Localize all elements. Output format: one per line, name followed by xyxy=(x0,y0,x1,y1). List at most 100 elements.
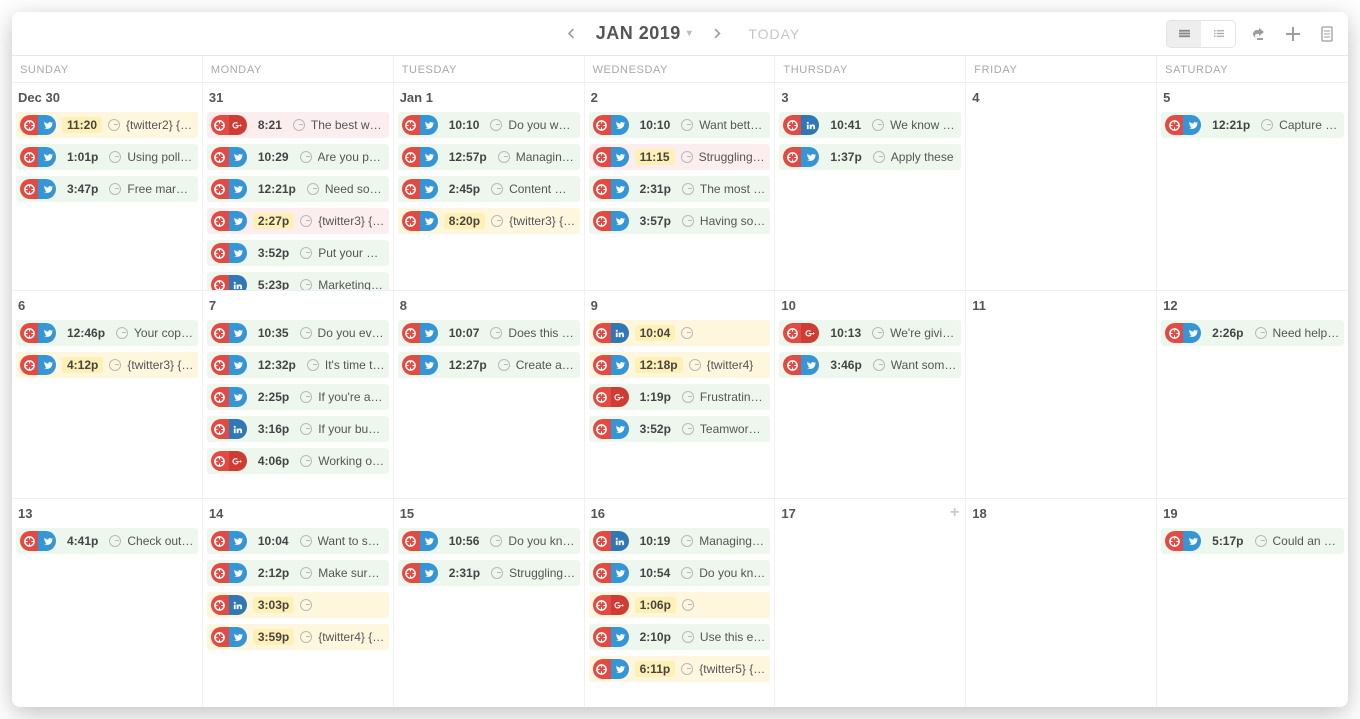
calendar-event[interactable]: 4:12p{twitter3} {perma- xyxy=(16,352,198,378)
calendar-event[interactable]: 1:01pUsing polls is a xyxy=(16,144,198,170)
event-time: 10:19 xyxy=(635,533,676,549)
calendar-event[interactable]: 3:03p xyxy=(207,592,389,618)
calendar-event[interactable]: 4:06pWorking on build- xyxy=(207,448,389,474)
day-cell[interactable]: 8+10:07Does this statistic12:27pCreate a… xyxy=(394,291,585,498)
calendar-event[interactable]: 2:26pNeed help build- xyxy=(1161,320,1344,346)
calendar-event[interactable]: 1:06p xyxy=(589,592,771,618)
calendar-event[interactable]: 12:57pManaging a xyxy=(398,144,580,170)
calendar-event[interactable]: 12:21pCapture your xyxy=(1161,112,1344,138)
calendar-event[interactable]: 12:32pIt's time to mas- xyxy=(207,352,389,378)
twitter-icon xyxy=(420,355,438,375)
calendar-event[interactable]: 5:23pMarketing hiring xyxy=(207,272,389,290)
day-cell[interactable]: 17+ xyxy=(775,499,966,707)
target-icon xyxy=(211,627,229,647)
calendar-event[interactable]: 10:35Do you ever won- xyxy=(207,320,389,346)
calendar-event[interactable]: 1:37pApply these xyxy=(779,144,961,170)
notes-button[interactable] xyxy=(1316,23,1338,45)
calendar-event[interactable]: 12:21pNeed some xyxy=(207,176,389,202)
day-cell[interactable]: 16+10:19Managing others10:54Do you know … xyxy=(585,499,776,707)
calendar-event[interactable]: 10:04Want to solve xyxy=(207,528,389,554)
calendar-event[interactable]: 3:52pPut your market- xyxy=(207,240,389,266)
calendar-event[interactable]: 3:57pHaving some col- xyxy=(589,208,771,234)
calendar-event[interactable]: 11:15Struggling to find xyxy=(589,144,771,170)
calendar-event[interactable]: 8:21The best way to xyxy=(207,112,389,138)
event-title: Frustrating with xyxy=(700,390,767,404)
day-cell[interactable]: 10+10:13We're giving you3:46pWant some f… xyxy=(775,291,966,498)
calendar-event[interactable]: 5:17pCould an outdat- xyxy=(1161,528,1344,554)
day-cell[interactable]: 14+10:04Want to solve2:12pMake sure your… xyxy=(203,499,394,707)
day-cell[interactable]: 7+10:35Do you ever won-12:32pIt's time t… xyxy=(203,291,394,498)
add-button[interactable] xyxy=(1282,23,1304,45)
day-cell[interactable]: 9+10:0412:18p{twitter4}1:19pFrustrating … xyxy=(585,291,776,498)
next-month-button[interactable] xyxy=(706,23,728,45)
calendar-event[interactable]: 2:10pUse this email xyxy=(589,624,771,650)
event-channel-pill xyxy=(20,115,56,135)
calendar-event[interactable]: 8:20p{twitter3} {perma- xyxy=(398,208,580,234)
event-time: 8:20p xyxy=(444,213,485,229)
calendar-event[interactable]: 2:25pIf you're a solo xyxy=(207,384,389,410)
calendar-event[interactable]: 10:29Are you part of an xyxy=(207,144,389,170)
calendar-event[interactable]: 1:19pFrustrating with xyxy=(589,384,771,410)
calendar-event[interactable]: 10:41We know how it xyxy=(779,112,961,138)
calendar-event[interactable]: 12:18p{twitter4} xyxy=(589,352,771,378)
day-cell[interactable]: 5+12:21pCapture your xyxy=(1157,83,1348,290)
calendar-event[interactable]: 11:20{twitter2} {perma- xyxy=(16,112,198,138)
calendar-event[interactable]: 4:41pCheck out these xyxy=(16,528,198,554)
calendar-event[interactable]: 12:27pCreate a site- xyxy=(398,352,580,378)
day-cell[interactable]: Dec 30+11:20{twitter2} {perma-1:01pUsing… xyxy=(12,83,203,290)
calendar-event[interactable]: 2:31pThe most suc- xyxy=(589,176,771,202)
day-cell[interactable]: 31+8:21The best way to10:29Are you part … xyxy=(203,83,394,290)
day-cell[interactable]: 18+ xyxy=(966,499,1157,707)
share-button[interactable] xyxy=(1248,23,1270,45)
day-cell[interactable]: 15+10:56Do you know the2:31pStruggling t… xyxy=(394,499,585,707)
day-cell[interactable]: 6+12:46pYour copy will4:12p{twitter3} {p… xyxy=(12,291,203,498)
calendar-event[interactable]: 10:13We're giving you xyxy=(779,320,961,346)
calendar-event[interactable]: 10:19Managing others xyxy=(589,528,771,554)
linkedin-icon xyxy=(611,531,629,551)
event-title: Could an outdat- xyxy=(1273,534,1341,548)
calendar-event[interactable]: 12:46pYour copy will xyxy=(16,320,198,346)
day-cell[interactable]: Jan 1+10:10Do you want to12:57pManaging … xyxy=(394,83,585,290)
calendar-event[interactable]: 2:31pStruggling to get xyxy=(398,560,580,586)
day-cell[interactable]: 12+2:26pNeed help build- xyxy=(1157,291,1348,498)
calendar-event[interactable]: 3:59p{twitter4} {perma- xyxy=(207,624,389,650)
clock-icon xyxy=(300,599,312,611)
grid-view-button[interactable] xyxy=(1167,21,1201,47)
day-label: 18 xyxy=(972,506,986,521)
day-cell[interactable]: 3+10:41We know how it1:37pApply these xyxy=(775,83,966,290)
calendar-event[interactable]: 10:10Want better SEO xyxy=(589,112,771,138)
event-time: 3:47p xyxy=(62,181,103,197)
day-label: 10 xyxy=(781,298,795,313)
list-view-button[interactable] xyxy=(1201,21,1235,47)
event-channel-pill xyxy=(593,147,629,167)
event-title: {twitter4} xyxy=(707,358,754,372)
calendar-event[interactable]: 2:45pContent market- xyxy=(398,176,580,202)
calendar-event[interactable]: 10:07Does this statistic xyxy=(398,320,580,346)
prev-month-button[interactable] xyxy=(560,23,582,45)
day-cell[interactable]: 13+4:41pCheck out these xyxy=(12,499,203,707)
today-button[interactable]: TODAY xyxy=(748,26,800,42)
day-cell[interactable]: 19+5:17pCould an outdat- xyxy=(1157,499,1348,707)
calendar-event[interactable]: 10:04 xyxy=(589,320,771,346)
event-time: 1:06p xyxy=(635,597,676,613)
month-picker[interactable]: JAN 2019 ▾ xyxy=(596,23,693,44)
calendar-event[interactable]: 3:52pTeamwork makes xyxy=(589,416,771,442)
target-icon xyxy=(593,179,611,199)
clock-icon xyxy=(681,151,693,163)
calendar-event[interactable]: 2:12pMake sure your xyxy=(207,560,389,586)
day-cell[interactable]: 11+ xyxy=(966,291,1157,498)
event-title: {twitter3} {perma- xyxy=(127,358,193,372)
day-add-button[interactable]: + xyxy=(950,504,959,522)
day-cell[interactable]: 4+ xyxy=(966,83,1157,290)
twitter-icon xyxy=(420,531,438,551)
calendar-event[interactable]: 10:54Do you know the xyxy=(589,560,771,586)
calendar-event[interactable]: 10:10Do you want to xyxy=(398,112,580,138)
calendar-event[interactable]: 10:56Do you know the xyxy=(398,528,580,554)
calendar-event[interactable]: 2:27p{twitter3} {perma- xyxy=(207,208,389,234)
calendar-event[interactable]: 3:46pWant some free xyxy=(779,352,961,378)
calendar-event[interactable]: 3:47pFree marketing xyxy=(16,176,198,202)
day-cell[interactable]: 2+10:10Want better SEO11:15Struggling to… xyxy=(585,83,776,290)
event-time: 10:56 xyxy=(444,533,485,549)
calendar-event[interactable]: 3:16pIf your business xyxy=(207,416,389,442)
calendar-event[interactable]: 6:11p{twitter5} {perma- xyxy=(589,656,771,682)
